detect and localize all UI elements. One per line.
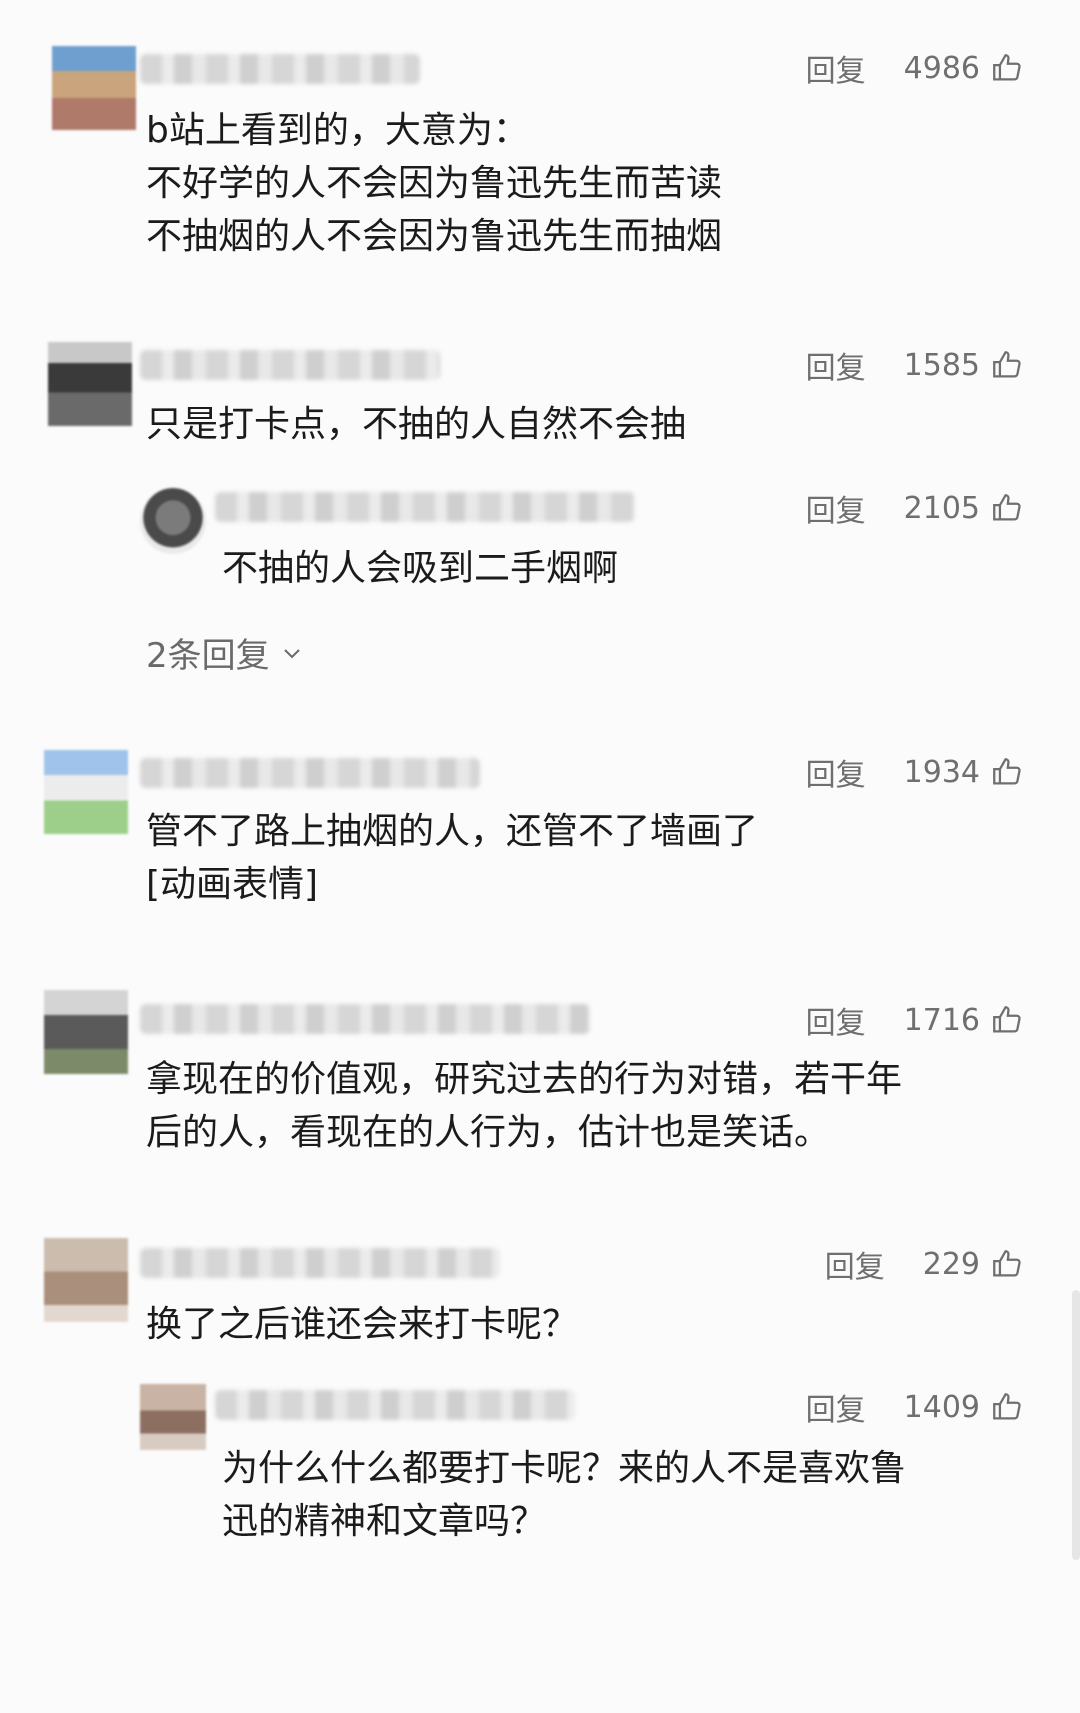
comment-meta: 回复 1934 bbox=[806, 750, 1024, 794]
comment-meta: 回复 229 bbox=[825, 1242, 1024, 1286]
username-blurred[interactable] bbox=[140, 758, 480, 788]
reply-button[interactable]: 回复 bbox=[825, 1242, 885, 1286]
reply-meta: 回复 2105 bbox=[806, 486, 1024, 530]
reply-meta: 回复 1409 bbox=[806, 1385, 1024, 1429]
thumbs-up-icon[interactable] bbox=[990, 51, 1024, 85]
avatar[interactable] bbox=[48, 342, 132, 426]
thumbs-up-icon[interactable] bbox=[990, 491, 1024, 525]
like-count: 2105 bbox=[903, 490, 980, 526]
comment-meta: 回复 1585 bbox=[806, 343, 1024, 387]
username-blurred[interactable] bbox=[140, 350, 440, 380]
reply-button[interactable]: 回复 bbox=[806, 343, 866, 387]
more-replies-link[interactable]: 2条回复 bbox=[146, 628, 304, 677]
like-count: 1585 bbox=[903, 347, 980, 383]
avatar[interactable] bbox=[44, 1238, 128, 1322]
like-count: 4986 bbox=[903, 50, 980, 86]
thumbs-up-icon[interactable] bbox=[990, 1247, 1024, 1281]
comment-text: 拿现在的价值观，研究过去的行为对错，若干年 后的人，看现在的人行为，估计也是笑话… bbox=[146, 1059, 903, 1153]
avatar[interactable] bbox=[44, 990, 128, 1074]
like-count: 1934 bbox=[903, 754, 980, 790]
comment-text: 换了之后谁还会来打卡呢？ bbox=[146, 1304, 579, 1345]
username-blurred[interactable] bbox=[215, 492, 635, 522]
comment-meta: 回复 1716 bbox=[806, 998, 1024, 1042]
more-replies-label: 2条回复 bbox=[146, 636, 270, 676]
avatar[interactable] bbox=[52, 46, 136, 130]
avatar[interactable] bbox=[140, 1384, 206, 1450]
like-count: 1409 bbox=[903, 1389, 980, 1425]
comment-text: b站上看到的，大意为： 不好学的人不会因为鲁迅先生而苦读 不抽烟的人不会因为鲁迅… bbox=[146, 110, 723, 257]
comment-text: 只是打卡点，不抽的人自然不会抽 bbox=[146, 404, 687, 445]
thumbs-up-icon[interactable] bbox=[990, 1390, 1024, 1424]
username-blurred[interactable] bbox=[215, 1390, 575, 1420]
reply-button[interactable]: 回复 bbox=[806, 46, 866, 90]
reply-text: 不抽的人会吸到二手烟啊 bbox=[222, 548, 619, 589]
reply-button[interactable]: 回复 bbox=[806, 750, 866, 794]
reply-button[interactable]: 回复 bbox=[806, 1385, 866, 1429]
avatar[interactable] bbox=[44, 750, 128, 834]
chevron-down-icon bbox=[283, 648, 300, 658]
username-blurred[interactable] bbox=[140, 1248, 500, 1278]
scrollbar[interactable] bbox=[1072, 1290, 1080, 1560]
like-count: 229 bbox=[922, 1246, 980, 1282]
comment-meta: 回复 4986 bbox=[806, 46, 1024, 90]
username-blurred[interactable] bbox=[140, 1004, 590, 1034]
like-count: 1716 bbox=[903, 1002, 980, 1038]
thumbs-up-icon[interactable] bbox=[990, 1003, 1024, 1037]
reply-text: 为什么什么都要打卡呢？来的人不是喜欢鲁 迅的精神和文章吗？ bbox=[222, 1448, 907, 1542]
avatar[interactable] bbox=[140, 488, 206, 554]
username-blurred[interactable] bbox=[140, 54, 420, 84]
thumbs-up-icon[interactable] bbox=[990, 755, 1024, 789]
reply-button[interactable]: 回复 bbox=[806, 486, 866, 530]
reply-button[interactable]: 回复 bbox=[806, 998, 866, 1042]
thumbs-up-icon[interactable] bbox=[990, 348, 1024, 382]
comment-text: 管不了路上抽烟的人，还管不了墙画了 [动画表情] bbox=[146, 811, 759, 905]
